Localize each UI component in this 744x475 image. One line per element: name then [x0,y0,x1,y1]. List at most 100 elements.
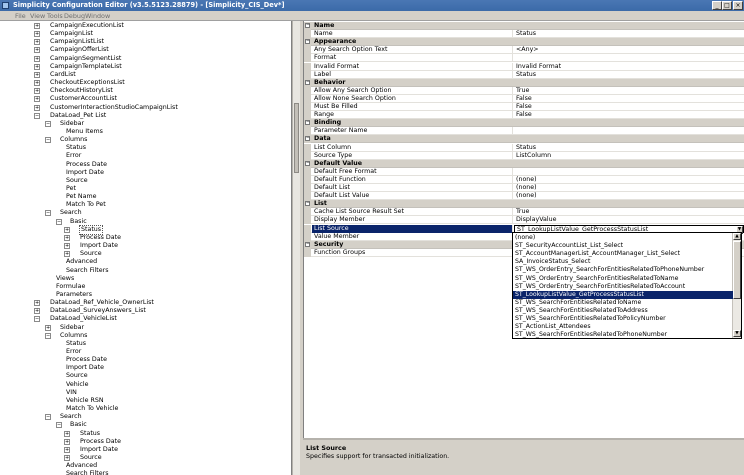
tree-item[interactable]: Error [0,348,291,356]
collapse-icon[interactable]: − [305,23,310,28]
tree-item[interactable]: Views [0,275,291,283]
expand-icon[interactable]: + [64,430,70,437]
collapse-icon[interactable]: − [305,201,310,207]
property-category[interactable]: − Default Value [304,159,744,168]
tree-item[interactable]: Parameters [0,291,291,299]
tree-item[interactable]: + CustomerInteractionStudioCampaignList [0,104,291,112]
property-row[interactable]: Default Function (none) [304,175,744,184]
tree-item[interactable]: + CustomerAccountList [0,95,291,103]
tree-item[interactable]: Status [0,340,291,348]
expand-icon[interactable]: + [64,454,70,461]
menu-tools[interactable]: Tools [47,12,63,20]
expand-icon[interactable]: + [34,300,40,307]
dropdown-option[interactable]: ST_WS_OrderEntry_SearchForEntitiesRelate… [513,283,733,291]
dropdown-option[interactable]: ST_WS_SearchForEntitiesRelatedToPolicyNu… [513,315,733,323]
collapse-icon[interactable]: − [34,316,40,323]
dropdown-option[interactable]: ST_WS_SearchForEntitiesRelatedToName [513,299,733,307]
property-row[interactable]: Allow None Search Option False [304,94,744,103]
tree-item[interactable]: − Columns [0,136,291,144]
tree-item[interactable]: Match To Pet [0,201,291,209]
tree-item[interactable]: + Source [0,454,291,462]
property-value[interactable]: True [514,208,744,216]
tree-item[interactable]: Process Date [0,161,291,169]
collapse-icon[interactable]: − [305,241,310,247]
dropdown-scrollbar[interactable]: ▲ ▼ [732,233,741,338]
property-category[interactable]: − Binding [304,119,744,128]
tree-item[interactable]: + CampaignExecutionList [0,22,291,30]
tree-item[interactable]: Search Filters [0,470,291,475]
property-row[interactable]: Source Type ListColumn [304,151,744,160]
collapse-icon[interactable]: − [305,160,310,166]
tree-item[interactable]: − DataLoad_VehicleList [0,315,291,323]
property-value[interactable]: (none) [514,192,744,200]
tree-item[interactable]: Error [0,152,291,160]
property-row[interactable]: Invalid Format Invalid Format [304,62,744,71]
dropdown-option[interactable]: ST_WS_SearchForEntitiesRelatedToPhoneNum… [513,331,733,338]
property-row[interactable]: List Column Status [304,143,744,152]
property-value[interactable]: (none) [514,184,744,192]
tree-item[interactable]: Import Date [0,364,291,372]
collapse-icon[interactable]: − [45,332,51,339]
expand-icon[interactable]: + [64,438,70,445]
property-value[interactable] [514,168,744,176]
tree-scroll-thumb[interactable] [294,103,299,173]
property-value[interactable]: (none) [514,176,744,184]
property-value[interactable] [514,127,744,135]
collapse-icon[interactable]: − [45,137,51,144]
property-category[interactable]: − Data [304,135,744,144]
tree-item[interactable]: Advanced [0,258,291,266]
tree-item[interactable]: + CampaignListList [0,38,291,46]
property-row[interactable]: Must Be Filled False [304,103,744,111]
tree-item[interactable]: − Basic [0,421,291,429]
tree-item[interactable]: Pet Name [0,193,291,201]
menu-window[interactable]: Window [85,12,110,20]
tree-item[interactable]: + Import Date [0,242,291,250]
tree-item[interactable]: VIN [0,389,291,397]
property-category[interactable]: − Appearance [304,38,744,47]
property-value[interactable]: Status [514,144,744,152]
tree-item[interactable]: + Sidebar [0,324,291,332]
property-value[interactable]: False [514,95,744,103]
property-row[interactable]: Allow Any Search Option True [304,86,744,95]
tree-item[interactable]: − Columns [0,332,291,340]
expand-icon[interactable]: + [34,71,40,78]
menu-file[interactable]: File [15,12,26,20]
tree-item[interactable]: Import Date [0,169,291,177]
property-row[interactable]: Format [304,54,744,63]
tree-item[interactable]: + CampaignOfferList [0,46,291,54]
expand-icon[interactable]: + [34,104,40,111]
dropdown-option[interactable]: ST_SecurityAccountList_List_Select [513,242,733,250]
tree-item[interactable]: + Process Date [0,234,291,242]
expand-icon[interactable]: + [34,88,40,95]
dropdown-option[interactable]: ST_WS_OrderEntry_SearchForEntitiesRelate… [513,266,733,274]
property-row[interactable]: Default List Value (none) [304,192,744,201]
property-value[interactable]: Status [514,30,744,38]
close-button[interactable]: × [733,1,743,10]
tree-item[interactable]: + Status [0,224,291,235]
collapse-icon[interactable]: − [305,136,310,142]
expand-icon[interactable]: + [64,446,70,453]
list-source-dropdown[interactable]: ▲ ▼ (none) ST_SecurityAccountList_List_Se… [512,232,742,339]
property-value[interactable]: False [514,103,744,111]
expand-icon[interactable]: + [34,308,40,315]
dropdown-option[interactable]: ST_WS_SearchForEntitiesRelatedToAddress [513,307,733,315]
expand-icon[interactable]: + [64,226,70,233]
collapse-icon[interactable]: − [305,79,310,85]
expand-icon[interactable]: + [34,23,40,29]
tree-item[interactable]: + Status [0,430,291,438]
tree-item[interactable]: + Process Date [0,438,291,446]
property-value[interactable]: DisplayValue [514,216,744,224]
property-value[interactable] [514,54,744,62]
property-value[interactable]: True [514,87,744,95]
property-row[interactable]: Cache List Source Result Set True [304,208,744,217]
tree-item[interactable]: − Search [0,209,291,217]
property-value[interactable]: ListColumn [514,152,744,160]
expand-icon[interactable]: + [45,324,51,331]
expand-icon[interactable]: + [34,80,40,87]
expand-icon[interactable]: + [64,251,70,258]
dropdown-option[interactable]: (none) [513,234,733,242]
property-row[interactable]: Default Free Format [304,167,744,176]
collapse-icon[interactable]: − [45,414,51,421]
expand-icon[interactable]: + [34,39,40,46]
dropdown-option[interactable]: SA_InvoiceStatus_Select [513,258,733,266]
